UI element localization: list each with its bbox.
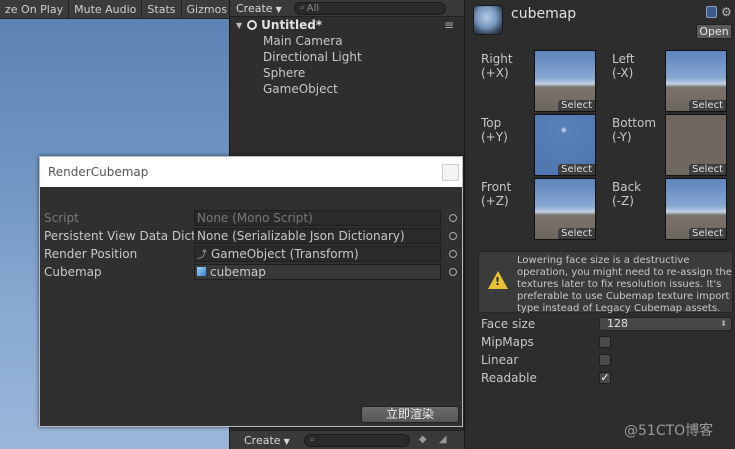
create-label: Create — [244, 433, 281, 447]
search-placeholder: All — [306, 2, 320, 14]
face-slot-top[interactable]: Select — [534, 114, 596, 176]
warning-text: Lowering face size is a destructive oper… — [517, 255, 732, 314]
hierarchy-item[interactable]: Main Camera — [230, 33, 464, 49]
face-slot-right[interactable]: Select — [534, 50, 596, 112]
filter-by-label-icon[interactable]: ◢ — [436, 434, 450, 446]
object-picker-icon — [449, 214, 457, 222]
select-button[interactable]: Select — [558, 100, 595, 111]
hierarchy-item[interactable]: GameObject — [230, 81, 464, 97]
create-label: Create — [236, 1, 273, 15]
object-picker-icon[interactable] — [449, 232, 457, 240]
updown-arrows-icon: ⬍ — [720, 319, 727, 328]
expand-triangle-icon[interactable]: ▼ — [236, 21, 242, 30]
cubemap-preview-icon — [473, 5, 503, 35]
field-label: Persistent View Data Dicti — [44, 229, 194, 243]
face-label-front: Front (+Z) — [481, 180, 512, 208]
field-label: Cubemap — [44, 265, 102, 279]
hierarchy-toolbar: Create ▼ ⌕ All — [230, 0, 464, 17]
hierarchy-search-input[interactable]: ⌕ All — [293, 1, 446, 15]
unity-scene-icon — [247, 20, 258, 30]
field-value: cubemap — [210, 265, 266, 279]
inspector-panel: cubemap ⚙ Open Right (+X) Select Left (-… — [466, 0, 735, 449]
face-label-back: Back (-Z) — [612, 180, 642, 208]
hierarchy-item[interactable]: Sphere — [230, 65, 464, 81]
watermark: @51CTO博客 — [624, 423, 714, 439]
cubemap-asset-icon — [197, 267, 206, 276]
filter-by-type-icon[interactable]: ◆ — [416, 434, 430, 446]
linear-checkbox[interactable] — [599, 354, 611, 366]
face-slot-bottom[interactable]: Select — [665, 114, 727, 176]
window-title: RenderCubemap — [48, 165, 149, 179]
face-size-dropdown[interactable]: 128 ⬍ — [599, 317, 732, 331]
maximize-on-play-toggle[interactable]: ze On Play — [0, 0, 70, 18]
transform-icon: ⤴ — [197, 250, 207, 261]
script-object-field: None (Mono Script) — [194, 210, 441, 226]
warning-helpbox: ! Lowering face size is a destructive op… — [478, 251, 733, 314]
render-cubemap-window: RenderCubemap Script None (Mono Script) … — [39, 156, 463, 427]
open-button[interactable]: Open — [696, 24, 732, 39]
face-size-value: 128 — [607, 317, 628, 330]
select-button[interactable]: Select — [689, 164, 726, 175]
chevron-down-icon: ▼ — [283, 436, 290, 446]
field-value: GameObject (Transform) — [211, 247, 359, 261]
help-book-icon[interactable] — [706, 6, 717, 18]
stats-toggle[interactable]: Stats — [142, 0, 182, 18]
field-cubemap: Cubemap cubemap — [44, 263, 462, 281]
gizmos-dropdown[interactable]: Gizmos ▾ — [182, 0, 229, 18]
face-label-top: Top (+Y) — [481, 116, 508, 144]
persistent-view-data-field[interactable]: None (Serializable Json Dictionary) — [194, 228, 441, 244]
hierarchy-item[interactable]: Directional Light — [230, 49, 464, 65]
field-render-position: Render Position ⤴ GameObject (Transform) — [44, 245, 462, 263]
checkmark-icon: ✓ — [600, 371, 610, 384]
readable-label: Readable — [481, 371, 537, 385]
face-slot-back[interactable]: Select — [665, 178, 727, 240]
face-slot-front[interactable]: Select — [534, 178, 596, 240]
face-label-bottom: Bottom (-Y) — [612, 116, 657, 144]
close-button[interactable] — [442, 163, 459, 181]
linear-label: Linear — [481, 353, 519, 367]
mipmaps-label: MipMaps — [481, 335, 534, 349]
field-label: Render Position — [44, 247, 138, 261]
select-button[interactable]: Select — [689, 100, 726, 111]
scene-name: Untitled* — [261, 18, 323, 32]
asset-title: cubemap — [511, 6, 577, 22]
cubemap-field[interactable]: cubemap — [194, 264, 441, 280]
select-button[interactable]: Select — [558, 164, 595, 175]
create-dropdown[interactable]: Create ▼ — [236, 2, 282, 15]
search-icon: ⌕ — [309, 435, 315, 445]
mute-audio-toggle[interactable]: Mute Audio — [69, 0, 143, 18]
scene-menu-icon[interactable]: ≡ — [444, 18, 454, 32]
render-now-button[interactable]: 立即渲染 — [361, 406, 459, 423]
warning-icon: ! — [488, 271, 508, 289]
object-picker-icon[interactable] — [449, 250, 457, 258]
select-button[interactable]: Select — [689, 228, 726, 239]
field-script: Script None (Mono Script) — [44, 209, 462, 227]
project-search-input[interactable]: ⌕ — [303, 433, 410, 447]
game-view-toolbar: ze On Play Mute Audio Stats Gizmos ▾ — [0, 0, 229, 19]
search-icon: ⌕ — [299, 3, 305, 13]
select-button[interactable]: Select — [558, 228, 595, 239]
project-toolbar: Create ▼ ⌕ ◆ ◢ — [230, 430, 464, 449]
chevron-down-icon: ▼ — [275, 4, 282, 14]
gear-icon[interactable]: ⚙ — [721, 5, 732, 19]
face-label-right: Right (+X) — [481, 52, 513, 80]
scene-row[interactable]: ▼ Untitled* ≡ — [230, 17, 464, 33]
object-picker-icon[interactable] — [449, 268, 457, 276]
field-label: Script — [44, 211, 79, 225]
face-slot-left[interactable]: Select — [665, 50, 727, 112]
readable-checkbox[interactable]: ✓ — [599, 372, 611, 384]
face-label-left: Left (-X) — [612, 52, 635, 80]
field-persistent-view-data: Persistent View Data Dicti None (Seriali… — [44, 227, 462, 245]
render-position-field[interactable]: ⤴ GameObject (Transform) — [194, 246, 441, 262]
mipmaps-checkbox[interactable] — [599, 336, 611, 348]
create-dropdown-bottom[interactable]: Create ▼ — [244, 434, 290, 447]
window-titlebar[interactable]: RenderCubemap — [40, 157, 462, 187]
face-size-label: Face size — [481, 317, 536, 331]
